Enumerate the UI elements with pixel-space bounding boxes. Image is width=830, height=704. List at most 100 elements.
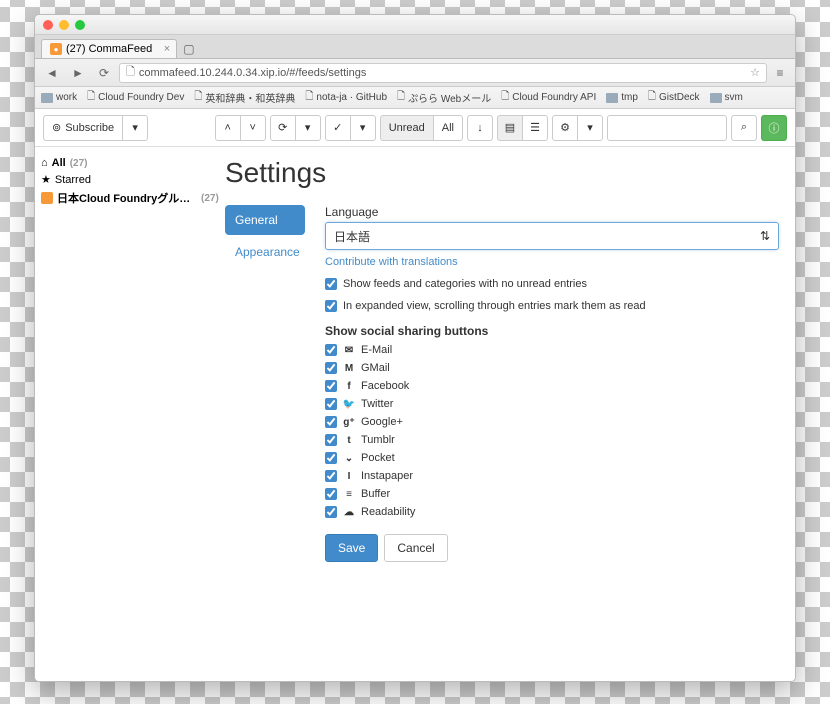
refresh-button[interactable]: ⟳ [270, 115, 296, 141]
view-expanded[interactable]: ▤ [497, 115, 523, 141]
sidebar-item-starred[interactable]: ★ Starred [41, 171, 219, 188]
readability-icon: ☁ [343, 506, 355, 518]
minimize-window-icon[interactable] [59, 20, 69, 30]
search-button[interactable]: ⌕ [731, 115, 757, 141]
cancel-button[interactable]: Cancel [384, 534, 447, 562]
new-tab-button[interactable]: ▢ [177, 40, 200, 58]
social-label: E-Mail [361, 344, 392, 356]
checkbox-input[interactable] [325, 434, 337, 446]
bookmark-item[interactable]: 🗋nota-ja · GitHub [305, 89, 387, 106]
checkbox-input[interactable] [325, 380, 337, 392]
sidebar-feed-label: 日本Cloud Foundryグループ ブログ [57, 190, 197, 206]
social-checkbox-tumblr[interactable]: tTumblr [325, 434, 779, 446]
social-checkbox-gmail[interactable]: MGMail [325, 362, 779, 374]
window-controls [43, 20, 85, 30]
bookmark-item[interactable]: 🗋Cloud Foundry API [501, 89, 596, 106]
settings-gear-button[interactable]: ⚙ [552, 115, 578, 141]
bookmark-item[interactable]: 🗋Cloud Foundry Dev [87, 89, 184, 106]
social-checkbox-pocket[interactable]: ⌄Pocket [325, 452, 779, 464]
checkbox-input[interactable] [325, 452, 337, 464]
social-label: Facebook [361, 380, 409, 392]
browser-tab[interactable]: ● (27) CommaFeed × [41, 39, 177, 58]
checkbox-input[interactable] [325, 300, 337, 312]
checkbox-input[interactable] [325, 488, 337, 500]
social-label: Twitter [361, 398, 393, 410]
page-icon: 🗋 [397, 89, 405, 106]
social-label: Readability [361, 506, 415, 518]
hamburger-menu-icon[interactable]: ≡ [771, 64, 789, 82]
social-checkbox-buffer[interactable]: ≡Buffer [325, 488, 779, 500]
checkbox-input[interactable] [325, 416, 337, 428]
maximize-window-icon[interactable] [75, 20, 85, 30]
app-toolbar: ⊚ Subscribe ▾ ˄ ˅ ⟳ ▾ ✓ ▾ Unread All [35, 109, 795, 147]
mark-read-caret[interactable]: ▾ [350, 115, 376, 141]
bookmark-item[interactable]: work [41, 92, 77, 103]
tab-appearance[interactable]: Appearance [225, 237, 305, 267]
social-checkbox-facebook[interactable]: fFacebook [325, 380, 779, 392]
social-label: Google+ [361, 416, 403, 428]
sidebar-item-all[interactable]: ⌂ All (27) [41, 155, 219, 171]
page-icon: 🗋 [305, 89, 313, 106]
checkbox-input[interactable] [325, 470, 337, 482]
save-button[interactable]: Save [325, 534, 378, 562]
subscribe-button[interactable]: ⊚ Subscribe [43, 115, 123, 141]
page-icon: 🗋 [501, 89, 509, 106]
subscribe-caret[interactable]: ▾ [122, 115, 148, 141]
filter-all[interactable]: All [433, 115, 463, 141]
sort-button[interactable]: ↓ [467, 115, 493, 141]
checkbox-input[interactable] [325, 506, 337, 518]
filter-unread[interactable]: Unread [380, 115, 434, 141]
view-list[interactable]: ☰ [522, 115, 548, 141]
bookmark-label: Cloud Foundry API [512, 92, 596, 103]
social-label: Pocket [361, 452, 395, 464]
back-button[interactable]: ◄ [41, 63, 63, 83]
prev-button[interactable]: ˄ [215, 115, 241, 141]
contribute-link[interactable]: Contribute with translations [325, 256, 458, 268]
page-icon: 🗋 [87, 89, 95, 106]
close-window-icon[interactable] [43, 20, 53, 30]
forward-button[interactable]: ► [67, 63, 89, 83]
social-checkbox-e-mail[interactable]: ✉E-Mail [325, 344, 779, 356]
bookmark-item[interactable]: 🗋ぷらら Webメール [397, 89, 491, 106]
page-icon: 🗋 [126, 63, 135, 82]
folder-icon [41, 93, 53, 103]
checkbox-input[interactable] [325, 278, 337, 290]
language-value: 日本語 [334, 228, 370, 245]
settings-caret[interactable]: ▾ [577, 115, 603, 141]
checkbox-input[interactable] [325, 344, 337, 356]
bookmark-item[interactable]: 🗋英和辞典・和英辞典 [194, 89, 295, 106]
bookmark-label: svm [725, 92, 743, 103]
social-list: ✉E-Mail MGMail fFacebook 🐦 Twitter g⁺Google+ t… [325, 344, 779, 518]
cancel-label: Cancel [397, 541, 434, 555]
page-icon: 🗋 [194, 89, 202, 106]
close-tab-icon[interactable]: × [164, 43, 170, 55]
next-button[interactable]: ˅ [240, 115, 266, 141]
language-select[interactable]: 日本語 ⇅ [325, 222, 779, 250]
twitter-icon: 🐦 [343, 398, 355, 410]
checkbox-expanded-mark-read[interactable]: In expanded view, scrolling through entr… [325, 300, 779, 312]
url-input[interactable]: 🗋 commafeed.10.244.0.34.xip.io/#/feeds/s… [119, 63, 767, 83]
checkbox-input[interactable] [325, 398, 337, 410]
checkbox-show-feeds[interactable]: Show feeds and categories with no unread… [325, 278, 779, 290]
social-label: Tumblr [361, 434, 395, 446]
tab-general[interactable]: General [225, 205, 305, 235]
reload-button[interactable]: ⟳ [93, 63, 115, 83]
mark-read-button[interactable]: ✓ [325, 115, 351, 141]
social-section-title: Show social sharing buttons [325, 324, 779, 338]
browser-window: ● (27) CommaFeed × ▢ ◄ ► ⟳ 🗋 commafeed.1… [34, 14, 796, 682]
social-checkbox-readability[interactable]: ☁ Readability [325, 506, 779, 518]
social-checkbox-twitter[interactable]: 🐦 Twitter [325, 398, 779, 410]
search-input[interactable] [607, 115, 727, 141]
app: ⊚ Subscribe ▾ ˄ ˅ ⟳ ▾ ✓ ▾ Unread All [35, 109, 795, 681]
social-checkbox-google+[interactable]: g⁺Google+ [325, 416, 779, 428]
sidebar-item-feed[interactable]: 日本Cloud Foundryグループ ブログ (27) [41, 188, 219, 208]
bookmark-item[interactable]: tmp [606, 92, 638, 103]
checkbox-input[interactable] [325, 362, 337, 374]
refresh-caret[interactable]: ▾ [295, 115, 321, 141]
info-button[interactable]: ⓘ [761, 115, 787, 141]
bookmark-item[interactable]: 🗋GistDeck [648, 89, 700, 106]
bookmark-item[interactable]: svm [710, 92, 743, 103]
bookmark-label: GistDeck [659, 92, 700, 103]
bookmark-star-icon[interactable]: ☆ [750, 66, 760, 79]
social-checkbox-instapaper[interactable]: IInstapaper [325, 470, 779, 482]
